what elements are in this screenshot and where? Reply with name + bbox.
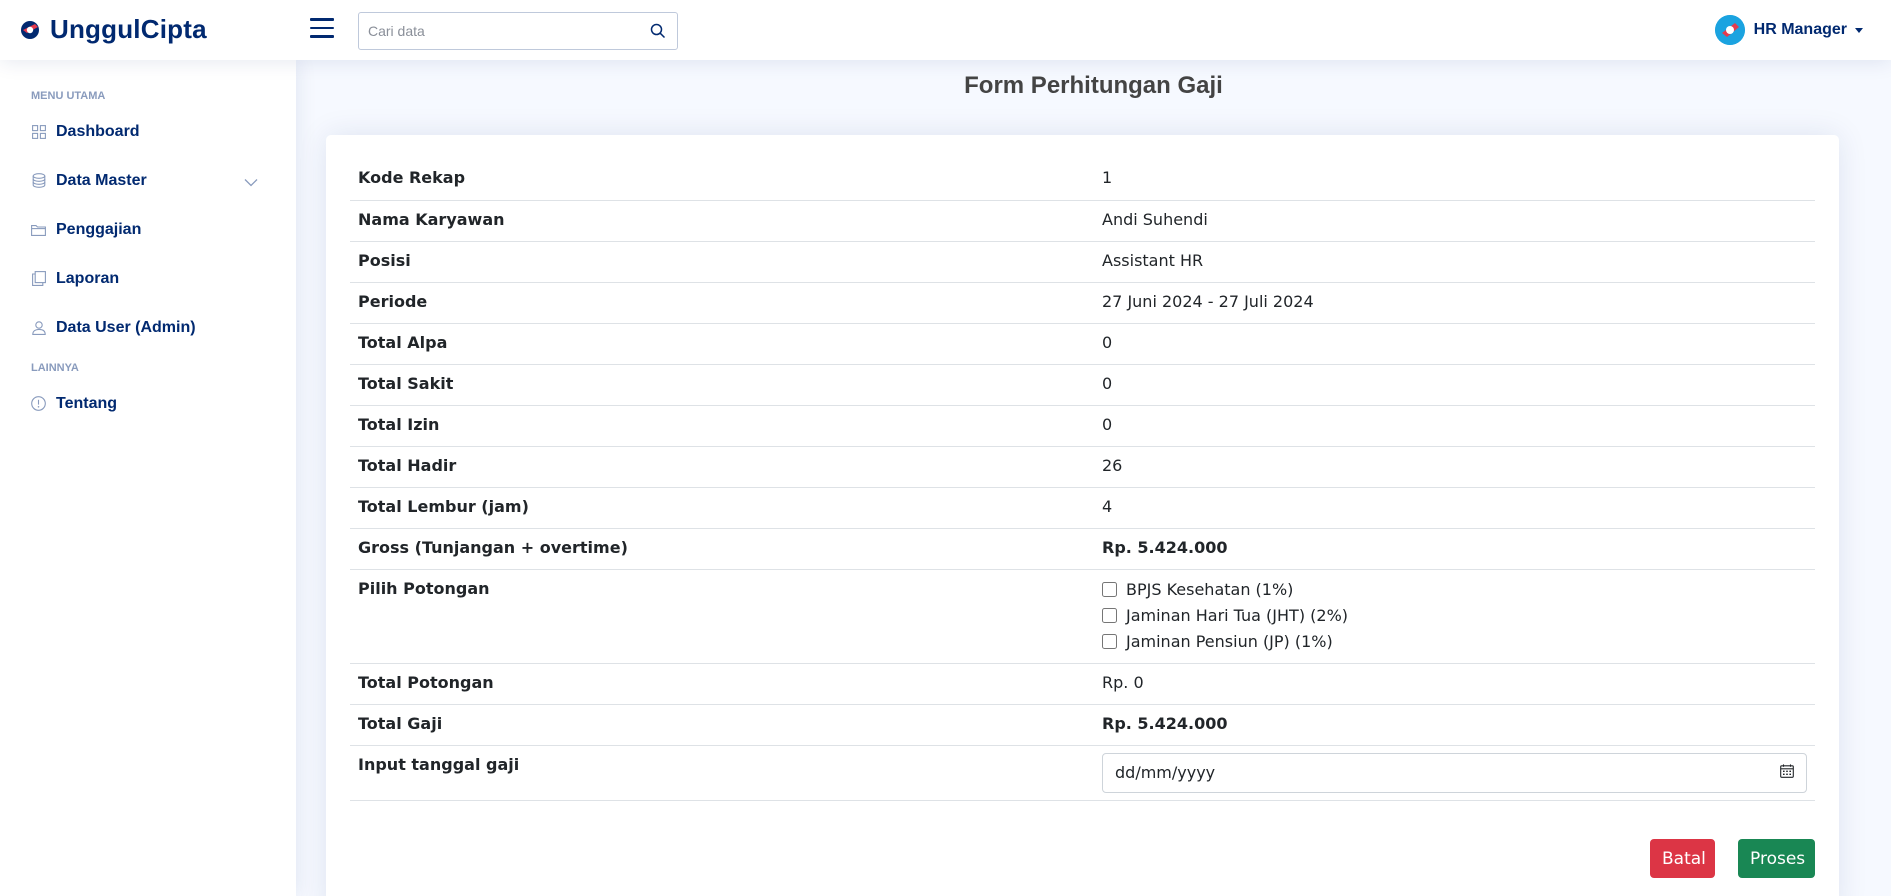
row-label: Input tanggal gaji bbox=[350, 745, 1094, 801]
row-label: Total Sakit bbox=[350, 364, 1094, 406]
row-label: Gross (Tunjangan + overtime) bbox=[350, 528, 1094, 570]
sidebar-item-label: Data User (Admin) bbox=[56, 318, 196, 336]
sidebar-item-data-user[interactable]: Data User (Admin) bbox=[20, 303, 276, 352]
table-row: Posisi Assistant HR bbox=[350, 241, 1815, 283]
hamburger-line bbox=[310, 26, 334, 29]
search-bar bbox=[358, 12, 678, 50]
sidebar-item-label: Data Master bbox=[56, 171, 147, 189]
table-row: Total Potongan Rp. 0 bbox=[350, 663, 1815, 705]
date-cell: dd/mm/yyyy bbox=[1094, 745, 1815, 801]
row-label: Periode bbox=[350, 282, 1094, 324]
checkbox-label: Jaminan Pensiun (JP) (1%) bbox=[1126, 632, 1333, 651]
sidebar-item-label: Laporan bbox=[56, 269, 120, 287]
date-placeholder: dd/mm/yyyy bbox=[1115, 763, 1216, 782]
row-label: Pilih Potongan bbox=[350, 569, 1094, 664]
top-header: UnggulCipta HR Manager bbox=[0, 0, 1891, 60]
total-potongan-value: Rp. 0 bbox=[1094, 663, 1815, 705]
gross-value: Rp. 5.424.000 bbox=[1094, 528, 1815, 570]
checkbox-label: Jaminan Hari Tua (JHT) (2%) bbox=[1126, 606, 1349, 625]
cancel-button[interactable]: Batal bbox=[1650, 839, 1715, 878]
search-button[interactable] bbox=[639, 13, 677, 49]
sidebar-item-tentang[interactable]: Tentang bbox=[20, 379, 276, 428]
profile-dropdown[interactable]: HR Manager bbox=[1714, 15, 1863, 45]
table-row: Periode 27 Juni 2024 - 27 Juli 2024 bbox=[350, 282, 1815, 324]
grid-icon bbox=[31, 124, 46, 139]
table-row: Total Sakit 0 bbox=[350, 364, 1815, 406]
table-row: Input tanggal gaji dd/mm/yyyy bbox=[350, 745, 1815, 801]
hamburger-line bbox=[310, 18, 334, 21]
sidebar: MENU UTAMA Dashboard Data Master Penggaj… bbox=[0, 60, 296, 896]
table-row: Total Gaji Rp. 5.424.000 bbox=[350, 704, 1815, 746]
sidebar-item-label: Penggajian bbox=[56, 220, 142, 238]
row-value: 1 bbox=[1094, 159, 1815, 201]
checkbox-label: BPJS Kesehatan (1%) bbox=[1126, 580, 1294, 599]
sidebar-item-penggajian[interactable]: Penggajian bbox=[20, 205, 276, 254]
checkbox-bpjs[interactable]: BPJS Kesehatan (1%) bbox=[1102, 577, 1807, 603]
sidebar-toggle-button[interactable] bbox=[310, 18, 334, 42]
info-icon bbox=[31, 396, 46, 411]
copy-icon bbox=[31, 271, 46, 286]
row-value: 0 bbox=[1094, 405, 1815, 447]
search-icon bbox=[650, 23, 666, 39]
row-label: Nama Karyawan bbox=[350, 200, 1094, 242]
row-value: 0 bbox=[1094, 323, 1815, 365]
sidebar-item-data-master[interactable]: Data Master bbox=[20, 156, 276, 205]
avatar bbox=[1714, 15, 1745, 45]
process-button[interactable]: Proses bbox=[1738, 839, 1815, 878]
search-input[interactable] bbox=[359, 13, 639, 49]
jp-checkbox[interactable] bbox=[1102, 634, 1117, 649]
sidebar-item-laporan[interactable]: Laporan bbox=[20, 254, 276, 303]
table-row: Total Izin 0 bbox=[350, 405, 1815, 447]
user-icon bbox=[31, 320, 46, 335]
sidebar-item-label: Dashboard bbox=[56, 122, 140, 140]
folder-icon bbox=[31, 222, 46, 237]
bpjs-checkbox[interactable] bbox=[1102, 582, 1117, 597]
row-value: 0 bbox=[1094, 364, 1815, 406]
row-label: Kode Rekap bbox=[350, 159, 1094, 201]
row-label: Total Alpa bbox=[350, 323, 1094, 365]
row-label: Total Izin bbox=[350, 405, 1094, 447]
table-row: Nama Karyawan Andi Suhendi bbox=[350, 200, 1815, 242]
row-value: 27 Juni 2024 - 27 Juli 2024 bbox=[1094, 282, 1815, 324]
chevron-down-icon bbox=[244, 174, 258, 192]
table-row: Kode Rekap 1 bbox=[350, 159, 1815, 201]
page-title: Form Perhitungan Gaji bbox=[964, 72, 1223, 99]
salary-form-card: Kode Rekap 1 Nama Karyawan Andi Suhendi … bbox=[326, 135, 1839, 896]
table-row: Total Alpa 0 bbox=[350, 323, 1815, 365]
jht-checkbox[interactable] bbox=[1102, 608, 1117, 623]
sidebar-item-dashboard[interactable]: Dashboard bbox=[20, 107, 276, 156]
checkbox-jht[interactable]: Jaminan Hari Tua (JHT) (2%) bbox=[1102, 603, 1807, 629]
salary-form-table: Kode Rekap 1 Nama Karyawan Andi Suhendi … bbox=[350, 159, 1815, 801]
row-value: 26 bbox=[1094, 446, 1815, 488]
table-row: Gross (Tunjangan + overtime) Rp. 5.424.0… bbox=[350, 528, 1815, 570]
total-gaji-value: Rp. 5.424.000 bbox=[1094, 704, 1815, 746]
app-name: UnggulCipta bbox=[50, 14, 207, 44]
row-value: 4 bbox=[1094, 487, 1815, 529]
table-row: Total Lembur (jam) 4 bbox=[350, 487, 1815, 529]
nav-heading-main: MENU UTAMA bbox=[31, 90, 106, 102]
app-logo[interactable]: UnggulCipta bbox=[18, 14, 207, 45]
database-icon bbox=[31, 173, 46, 188]
sidebar-item-label: Tentang bbox=[56, 394, 118, 412]
row-label: Total Potongan bbox=[350, 663, 1094, 705]
potongan-options: BPJS Kesehatan (1%) Jaminan Hari Tua (JH… bbox=[1094, 569, 1815, 664]
row-value: Andi Suhendi bbox=[1094, 200, 1815, 242]
row-label: Total Hadir bbox=[350, 446, 1094, 488]
checkbox-jp[interactable]: Jaminan Pensiun (JP) (1%) bbox=[1102, 629, 1807, 655]
calendar-icon[interactable] bbox=[1780, 763, 1794, 782]
caret-down-icon bbox=[1855, 27, 1863, 33]
profile-name: HR Manager bbox=[1753, 21, 1847, 38]
nav-heading-other: LAINNYA bbox=[31, 362, 79, 374]
row-value: Assistant HR bbox=[1094, 241, 1815, 283]
row-label: Total Gaji bbox=[350, 704, 1094, 746]
hamburger-line bbox=[310, 35, 334, 38]
row-label: Total Lembur (jam) bbox=[350, 487, 1094, 529]
table-row: Total Hadir 26 bbox=[350, 446, 1815, 488]
date-input[interactable]: dd/mm/yyyy bbox=[1102, 752, 1807, 793]
table-row: Pilih Potongan BPJS Kesehatan (1%) Jamin… bbox=[350, 569, 1815, 664]
logo-icon bbox=[18, 18, 42, 42]
row-label: Posisi bbox=[350, 241, 1094, 283]
